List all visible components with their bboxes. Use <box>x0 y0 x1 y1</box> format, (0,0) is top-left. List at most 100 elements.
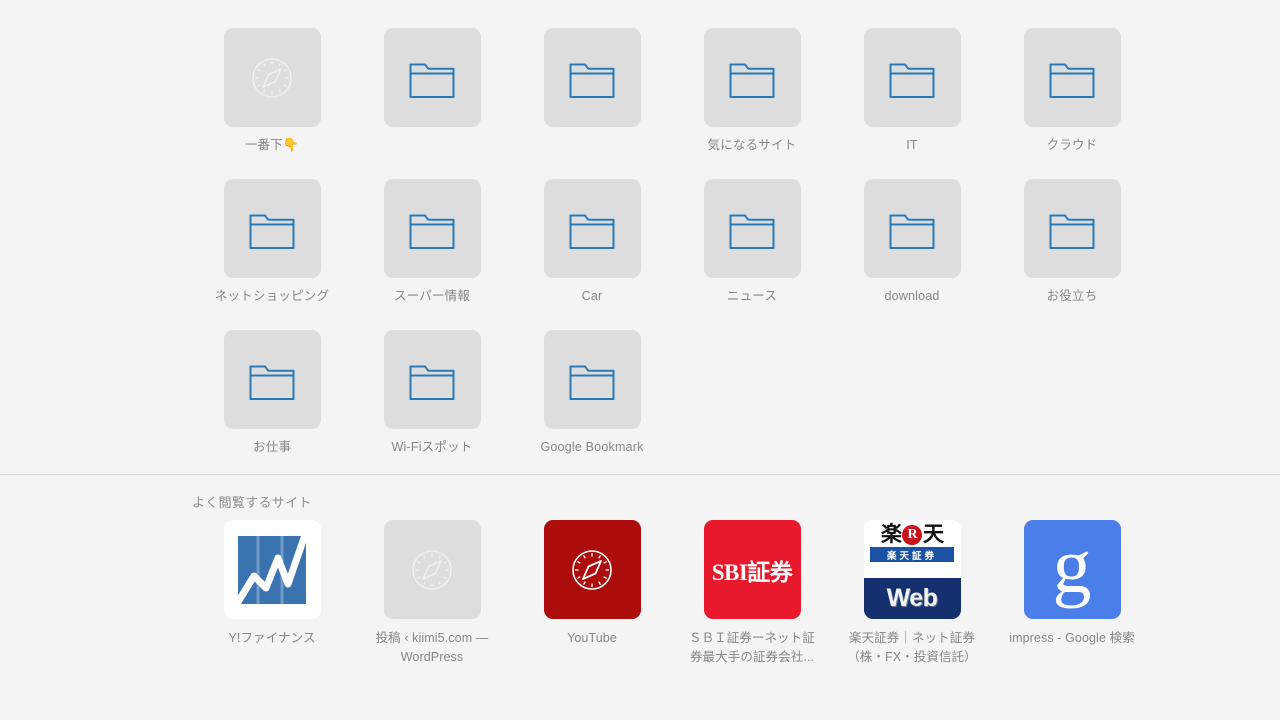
favorites-grid: 一番下👇 気になるサイト IT クラウド ネットショッピング スーパー情報 Ca… <box>192 28 1192 481</box>
folder-icon <box>1048 56 1096 100</box>
frequent-tile[interactable]: g <box>1023 520 1121 619</box>
frequent-label: YouTube <box>567 631 617 645</box>
favorite-item-kininaru-site[interactable]: 気になるサイト <box>672 28 832 179</box>
frequently-visited-title: よく閲覧するサイト <box>192 495 312 510</box>
folder-icon <box>888 207 936 251</box>
rakuten-web-text: Web <box>886 584 938 612</box>
favorite-item-ichiban-shita[interactable]: 一番下👇 <box>192 28 352 179</box>
favorite-tile[interactable] <box>223 179 321 278</box>
favorite-tile[interactable] <box>1023 179 1121 278</box>
favorite-item-cloud[interactable]: クラウド <box>992 28 1152 179</box>
frequent-label: 投稿 ‹ kiimi5.com — WordPress <box>353 629 511 667</box>
frequent-tile[interactable]: 楽 R 天 楽天証券 Web <box>863 520 961 619</box>
frequent-item-youtube[interactable]: YouTube <box>512 520 672 667</box>
folder-icon <box>568 207 616 251</box>
favorite-item-news[interactable]: ニュース <box>672 179 832 330</box>
folder-icon <box>888 56 936 100</box>
frequent-item-rakuten-shoken[interactable]: 楽 R 天 楽天証券 Web 楽天証券｜ネット証券 （株・FX・投資信託） <box>832 520 992 667</box>
frequent-label: ＳＢＩ証券ーネット証 券最大手の証券会社... <box>673 629 831 667</box>
frequently-visited-section: よく閲覧するサイト Y!ファイナンス 投稿 ‹ kiimi5.com — Wor… <box>0 475 1280 720</box>
frequent-label-line2: 券最大手の証券会社... <box>689 650 815 664</box>
favorite-label: スーパー情報 <box>393 289 471 303</box>
folder-icon <box>1048 207 1096 251</box>
frequent-label-line2: WordPress <box>400 650 464 664</box>
favorite-tile[interactable] <box>383 28 481 127</box>
favorite-tile[interactable] <box>1023 28 1121 127</box>
favorite-item-it[interactable]: IT <box>832 28 992 179</box>
favorite-label: ネットショッピング <box>214 289 330 303</box>
frequent-tile[interactable]: SBI証券 <box>703 520 801 619</box>
favorite-label: お仕事 <box>252 440 292 454</box>
frequent-item-yahoo-finance[interactable]: Y!ファイナンス <box>192 520 352 667</box>
rakuten-wordmark: 楽 R 天 <box>881 522 944 546</box>
favorite-label: ニュース <box>726 289 778 303</box>
rakuten-kanji-left: 楽 <box>881 522 902 546</box>
favorite-item-super-info[interactable]: スーパー情報 <box>352 179 512 330</box>
favorite-tile[interactable] <box>383 179 481 278</box>
frequent-label: Y!ファイナンス <box>228 631 316 645</box>
favorite-item-wifi-spot[interactable]: Wi-Fiスポット <box>352 330 512 481</box>
rakuten-web-bar: Web <box>863 578 961 619</box>
favorite-label: Google Bookmark <box>540 440 644 454</box>
rakuten-sub-label: 楽天証券 <box>870 547 954 562</box>
favorite-item-oyakudachi[interactable]: お役立ち <box>992 179 1152 330</box>
frequent-label-line2: （株・FX・投資信託） <box>847 650 977 664</box>
folder-icon <box>408 358 456 402</box>
favorites-section: 一番下👇 気になるサイト IT クラウド ネットショッピング スーパー情報 Ca… <box>0 0 1280 474</box>
favorite-label: Car <box>581 289 603 303</box>
yahoo-finance-chart-icon <box>232 530 312 610</box>
favorite-label: IT <box>906 138 918 152</box>
folder-icon <box>408 56 456 100</box>
favorite-label: Wi-Fiスポット <box>391 440 473 454</box>
favorite-tile[interactable] <box>703 28 801 127</box>
folder-icon <box>568 56 616 100</box>
compass-icon <box>566 544 618 596</box>
favorite-tile[interactable] <box>543 179 641 278</box>
frequent-item-wordpress[interactable]: 投稿 ‹ kiimi5.com — WordPress <box>352 520 512 667</box>
favorite-label: 気になるサイト <box>707 138 797 152</box>
favorite-tile[interactable] <box>223 330 321 429</box>
folder-icon <box>728 207 776 251</box>
favorite-item-google-bookmark[interactable]: Google Bookmark <box>512 330 672 481</box>
favorite-tile[interactable] <box>863 179 961 278</box>
favorite-item-untitled-2[interactable] <box>512 28 672 179</box>
favorite-item-untitled-1[interactable] <box>352 28 512 179</box>
google-logo-icon: g <box>1052 521 1092 609</box>
favorite-item-net-shopping[interactable]: ネットショッピング <box>192 179 352 330</box>
frequent-label-line1: 投稿 ‹ kiimi5.com — <box>375 631 489 645</box>
favorite-item-car[interactable]: Car <box>512 179 672 330</box>
folder-icon <box>728 56 776 100</box>
favorite-tile[interactable] <box>383 330 481 429</box>
frequent-label-line1: ＳＢＩ証券ーネット証 <box>688 631 815 645</box>
frequent-label: impress - Google 検索 <box>1009 631 1135 645</box>
frequent-tile[interactable] <box>543 520 641 619</box>
frequent-tile[interactable] <box>383 520 481 619</box>
favorite-label: お役立ち <box>1046 289 1098 303</box>
favorite-tile[interactable] <box>543 330 641 429</box>
rakuten-kanji-right: 天 <box>923 522 944 546</box>
compass-icon <box>246 52 298 104</box>
frequent-item-sbi-shoken[interactable]: SBI証券 ＳＢＩ証券ーネット証 券最大手の証券会社... <box>672 520 832 667</box>
favorite-label: クラウド <box>1046 138 1098 152</box>
favorite-item-download[interactable]: download <box>832 179 992 330</box>
favorite-tile[interactable] <box>543 28 641 127</box>
folder-icon <box>248 358 296 402</box>
pointing-down-emoji-icon: 👇 <box>282 137 300 152</box>
folder-icon <box>408 207 456 251</box>
favorite-label: download <box>884 289 940 303</box>
rakuten-r-mark-icon: R <box>902 524 922 545</box>
favorite-tile[interactable] <box>703 179 801 278</box>
folder-icon <box>248 207 296 251</box>
favorite-tile[interactable] <box>863 28 961 127</box>
sbi-logo-icon: SBI証券 <box>711 559 793 585</box>
favorite-label-text: 一番下 <box>244 138 283 152</box>
frequent-label-line1: 楽天証券｜ネット証券 <box>848 631 975 645</box>
frequent-label: 楽天証券｜ネット証券 （株・FX・投資信託） <box>833 629 991 667</box>
folder-icon <box>568 358 616 402</box>
favorite-tile[interactable] <box>223 28 321 127</box>
frequent-item-google-search[interactable]: g impress - Google 検索 <box>992 520 1152 667</box>
favorite-item-oshigoto[interactable]: お仕事 <box>192 330 352 481</box>
frequently-visited-grid: Y!ファイナンス 投稿 ‹ kiimi5.com — WordPress You… <box>192 520 1152 667</box>
frequent-tile[interactable] <box>223 520 321 619</box>
favorite-label: 一番下👇 <box>196 136 348 154</box>
